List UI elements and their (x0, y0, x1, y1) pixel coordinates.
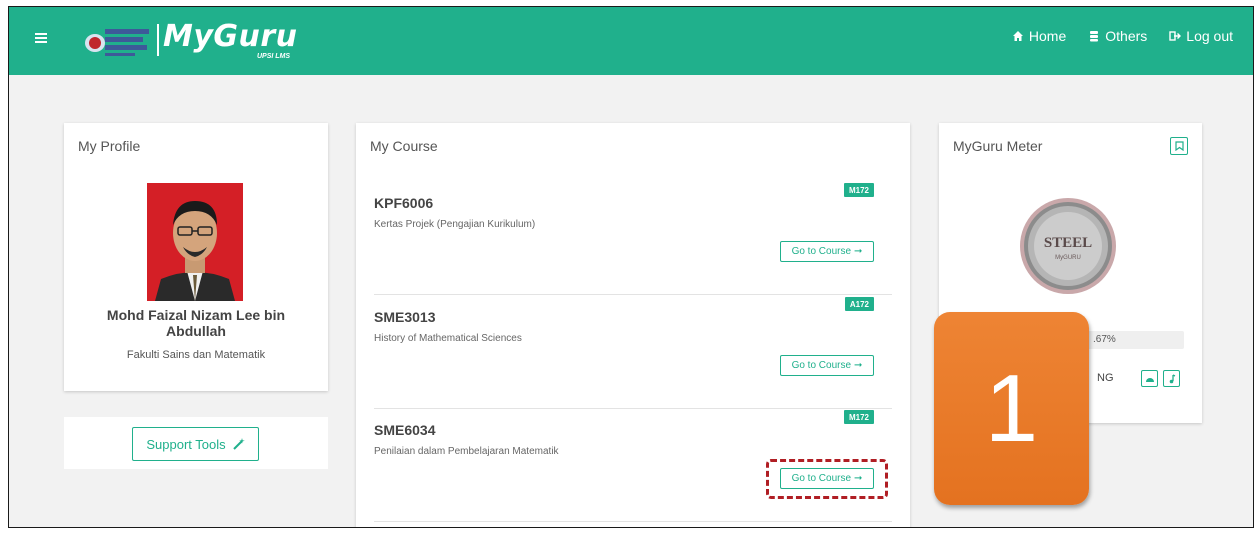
support-tools-button[interactable]: Support Tools (132, 427, 259, 461)
nav-logout-label: Log out (1186, 28, 1233, 44)
nav-others-label: Others (1105, 28, 1148, 44)
database-icon (1090, 31, 1099, 42)
go-to-course-button[interactable]: Go to Course ➞ (780, 355, 874, 376)
logout-icon (1169, 31, 1182, 41)
nav-home[interactable]: Home (1012, 28, 1066, 44)
go-to-course-button[interactable]: Go to Course ➞ (780, 241, 874, 262)
browser-frame: MyGuru UPSI LMS Home Others Log out My P… (8, 6, 1254, 528)
arrow-right-icon: ➞ (854, 473, 863, 484)
nav-home-label: Home (1028, 28, 1067, 44)
arrow-right-icon: ➞ (854, 360, 863, 371)
nav-others[interactable]: Others (1088, 28, 1147, 44)
course-code: SME3013 (374, 309, 436, 325)
meter-card-title: MyGuru Meter (953, 138, 1043, 154)
support-tools-label: Support Tools (146, 436, 226, 452)
profile-faculty: Fakulti Sains dan Matematik (126, 349, 266, 361)
brand-subtitle: UPSI LMS (257, 53, 291, 60)
brand-divider (157, 24, 159, 56)
course-card: My Course M172 KPF6006 Kertas Projek (Pe… (356, 123, 910, 527)
step-number-callout: 1 (934, 312, 1089, 505)
nav-logout[interactable]: Log out (1169, 28, 1233, 44)
course-item: M172 SME6034 Penilaian dalam Pembelajara… (374, 410, 892, 522)
top-nav: Home Others Log out (1012, 28, 1233, 44)
course-name: Penilaian dalam Pembelajaran Matematik (374, 446, 559, 457)
go-to-course-label: Go to Course (791, 246, 852, 257)
semester-badge: A172 (844, 297, 874, 311)
semester-badge: M172 (843, 183, 874, 197)
profile-card: My Profile Mohd Faizal Nizam Lee bin Abd… (64, 123, 328, 391)
top-navbar: MyGuru UPSI LMS Home Others Log out (9, 7, 1253, 75)
brand-logo-text: MyGuru (163, 19, 298, 54)
course-name: Kertas Projek (Pengajian Kurikulum) (374, 219, 536, 230)
music-button[interactable] (1163, 370, 1180, 387)
meter-level-text: NG (1097, 372, 1114, 384)
course-code: SME6034 (374, 422, 436, 438)
medal-text: STEEL (1043, 235, 1093, 251)
course-code: KPF6006 (374, 195, 434, 211)
course-item: A172 SME3013 History of Mathematical Sci… (374, 297, 892, 409)
go-to-course-label: Go to Course (791, 360, 852, 371)
medal-subtext: MyGURU (1055, 255, 1081, 261)
bookmark-button[interactable] (1170, 137, 1188, 155)
course-name: History of Mathematical Sciences (374, 333, 522, 344)
profile-photo (147, 183, 243, 301)
profile-card-title: My Profile (78, 138, 141, 154)
menu-icon[interactable] (35, 33, 47, 43)
profile-name: Mohd Faizal Nizam Lee bin Abdullah (106, 307, 286, 339)
bookmark-icon (1174, 141, 1184, 151)
dashboard-icon (1145, 378, 1154, 382)
support-card: Support Tools (64, 417, 328, 469)
go-to-course-button[interactable]: Go to Course ➞ (780, 468, 874, 489)
go-to-course-label: Go to Course (791, 473, 852, 484)
semester-badge: M172 (843, 410, 874, 424)
steel-medal: STEEL MyGURU (1019, 197, 1117, 295)
meter-progress-text: .67% (1093, 334, 1116, 345)
arrow-right-icon: ➞ (854, 246, 863, 257)
dashboard-button[interactable] (1141, 370, 1158, 387)
home-icon (1012, 31, 1023, 41)
course-item: M172 KPF6006 Kertas Projek (Pengajian Ku… (374, 183, 892, 295)
course-card-title: My Course (370, 138, 438, 154)
music-note-icon (1169, 373, 1175, 383)
magic-wand-icon (232, 437, 245, 450)
